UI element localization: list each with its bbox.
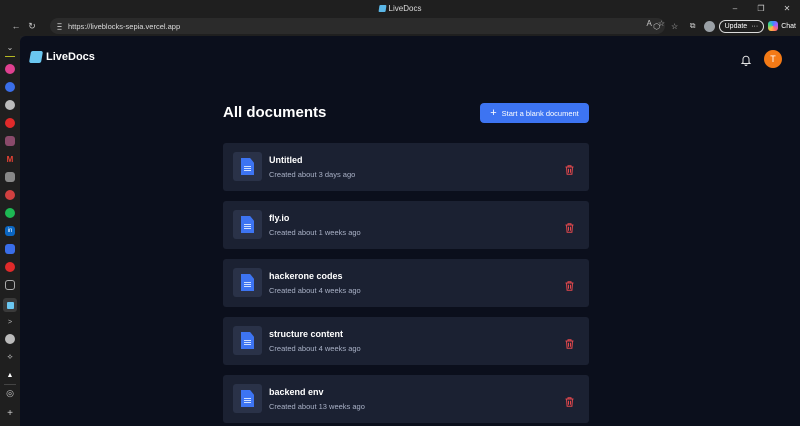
sidebar-divider (5, 56, 15, 57)
document-file-icon (241, 216, 254, 233)
extensions-icon[interactable]: ⬡ (650, 19, 664, 33)
minimize-button[interactable]: – (722, 0, 748, 16)
document-created-date: Created about 13 weeks ago (269, 402, 365, 411)
update-button[interactable]: Update ··· (718, 19, 765, 33)
livedocs-logo-icon (28, 51, 44, 63)
maximize-button[interactable]: ❐ (748, 0, 774, 16)
linkedin-icon[interactable]: in (5, 226, 15, 236)
url-text: https://liveblocks-sepia.vercel.app (68, 21, 181, 31)
document-icon-tile (233, 152, 262, 181)
git-icon[interactable]: ⟡ (5, 352, 15, 362)
delete-trash-icon[interactable] (565, 394, 574, 407)
close-window-button[interactable]: ✕ (774, 0, 800, 16)
delete-trash-icon[interactable] (565, 278, 574, 291)
sidebar-app-icon[interactable] (5, 244, 15, 254)
document-file-icon (241, 158, 254, 175)
sidebar-app-icon[interactable] (5, 262, 15, 272)
window-title-bar: LiveDocs – ❐ ✕ (0, 0, 800, 16)
youtube-icon[interactable] (5, 118, 15, 128)
document-created-date: Created about 3 days ago (269, 170, 356, 179)
document-title: structure content (269, 329, 344, 339)
update-label: Update (724, 22, 748, 30)
document-file-icon (241, 274, 254, 291)
document-file-icon (241, 332, 254, 349)
document-icon-tile (233, 268, 262, 297)
refresh-icon[interactable]: ↻ (24, 18, 40, 34)
calculator-icon[interactable] (5, 172, 15, 182)
document-title: fly.io (269, 213, 290, 223)
address-bar[interactable]: https://liveblocks-sepia.vercel.app (50, 18, 665, 34)
delete-trash-icon[interactable] (565, 220, 574, 233)
livedocs-sidebar-item[interactable] (3, 298, 17, 312)
sidebar-app-icon[interactable] (5, 280, 15, 290)
start-blank-document-button[interactable]: + Start a blank document (480, 103, 589, 123)
livedocs-icon (6, 301, 14, 309)
document-row[interactable]: fly.io Created about 1 weeks ago (223, 201, 589, 249)
toolbar-right: ⬡ ☆ ⧉ Update ··· Chat (650, 18, 800, 34)
document-title: Untitled (269, 155, 303, 165)
document-row[interactable]: Untitled Created about 3 days ago (223, 143, 589, 191)
brand[interactable]: LiveDocs (28, 51, 95, 63)
copilot-icon (768, 21, 779, 31)
document-file-icon (241, 390, 254, 407)
document-created-date: Created about 1 weeks ago (269, 228, 361, 237)
sidebar-divider (4, 384, 16, 385)
document-title: backend env (269, 387, 324, 397)
document-row[interactable]: hackerone codes Created about 4 weeks ag… (223, 259, 589, 307)
vercel-icon[interactable]: ▲ (5, 370, 15, 380)
site-info-icon[interactable] (56, 22, 64, 30)
favorites-icon[interactable]: ☆ (668, 19, 682, 33)
sidebar-app-icon[interactable] (5, 82, 15, 92)
plus-icon: + (490, 107, 497, 119)
terminal-icon[interactable]: > (5, 317, 15, 327)
chevron-down-icon[interactable]: ⌄ (5, 42, 15, 52)
document-created-date: Created about 4 weeks ago (269, 286, 361, 295)
collections-icon[interactable]: ⧉ (686, 19, 700, 33)
window-controls: – ❐ ✕ (722, 0, 800, 16)
document-icon-tile (233, 210, 262, 239)
delete-trash-icon[interactable] (565, 336, 574, 349)
document-icon-tile (233, 326, 262, 355)
document-row[interactable]: structure content Created about 4 weeks … (223, 317, 589, 365)
sidebar-app-icon[interactable] (5, 64, 15, 74)
delete-trash-icon[interactable] (565, 162, 574, 175)
github-icon[interactable] (5, 334, 15, 344)
back-arrow-icon[interactable]: ← (8, 18, 24, 34)
sidebar-app-icon[interactable] (5, 190, 15, 200)
chat-label: Chat (781, 22, 796, 30)
livedocs-favicon-icon (378, 4, 387, 12)
livedocs-app: LiveDocs T All documents + Start a blank… (20, 36, 800, 426)
window-title: LiveDocs (378, 3, 422, 13)
document-row[interactable]: backend env Created about 13 weeks ago (223, 375, 589, 423)
figma-icon[interactable] (5, 136, 15, 146)
add-sidebar-icon[interactable]: + (5, 408, 15, 419)
gmail-icon[interactable]: M (5, 154, 15, 164)
page-title: All documents (223, 104, 327, 121)
spotify-icon[interactable] (5, 208, 15, 218)
browser-sidebar: ⌄ M in > ⟡ ▲ ◎ + (0, 36, 20, 426)
more-menu-icon: ··· (751, 22, 759, 30)
globe-icon[interactable]: ◎ (5, 388, 15, 398)
profile-avatar[interactable] (703, 20, 715, 32)
document-list: Untitled Created about 3 days ago fly.io… (223, 143, 589, 426)
start-blank-document-label: Start a blank document (501, 108, 579, 118)
user-avatar[interactable]: T (764, 50, 782, 68)
window-title-text: LiveDocs (388, 3, 422, 13)
brand-name: LiveDocs (46, 51, 95, 63)
document-created-date: Created about 4 weeks ago (269, 344, 361, 353)
github-icon[interactable] (5, 100, 15, 110)
browser-toolbar: ← ↻ https://liveblocks-sepia.vercel.app … (0, 16, 800, 36)
document-icon-tile (233, 384, 262, 413)
notifications-bell-icon[interactable] (740, 53, 752, 66)
document-title: hackerone codes (269, 271, 343, 281)
copilot-chat-button[interactable]: Chat (768, 21, 796, 31)
